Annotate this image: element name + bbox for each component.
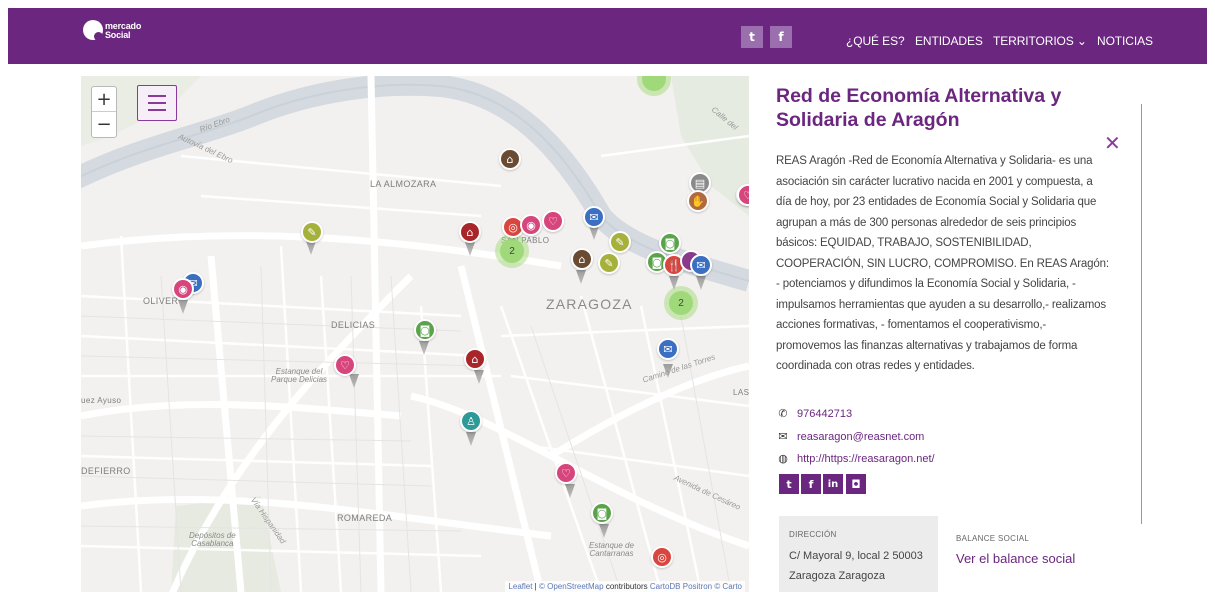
graduation-cap-icon[interactable]: ⌂ xyxy=(459,221,481,243)
label-la-almozara: LA ALMOZARA xyxy=(370,179,437,189)
nav-que-es[interactable]: ¿QUÉ ES? xyxy=(846,34,905,48)
facebook-icon[interactable]: f xyxy=(770,26,792,48)
leaflet-link[interactable]: Leaflet xyxy=(508,582,532,591)
entity-detail-panel: Red de Economía Alternativa y Solidaria … xyxy=(761,76,1161,592)
address-box: DIRECCIÓN C/ Mayoral 9, local 2 50003 Za… xyxy=(779,516,938,592)
label-defierro: DEFIERRO xyxy=(81,466,131,476)
menu-hamburger-icon[interactable] xyxy=(137,85,177,121)
zoom-out-button[interactable]: − xyxy=(92,112,116,137)
camera-icon[interactable]: ◙ xyxy=(591,502,613,524)
label-ayuso: uez Ayuso xyxy=(81,396,122,405)
house-icon[interactable]: ⌂ xyxy=(571,248,593,270)
nav-entidades[interactable]: ENTIDADES xyxy=(915,34,983,48)
camera-icon[interactable]: ◙ xyxy=(414,319,436,341)
map-attribution: Leaflet | © OpenStreetMap contributors C… xyxy=(505,581,745,592)
email-value: reasaragon@reasnet.com xyxy=(797,430,925,443)
bicycle-icon[interactable]: ◎ xyxy=(651,546,673,568)
map-cluster[interactable]: 2 xyxy=(664,286,698,320)
label-oliver: OLIVER xyxy=(143,296,179,306)
entity-title: Red de Economía Alternativa y Solidaria … xyxy=(776,85,1062,131)
chat-icon[interactable]: ✉ xyxy=(583,206,605,228)
globe-icon: ◍ xyxy=(778,452,788,465)
label-las: LAS xyxy=(733,388,749,397)
user-icon[interactable]: ◉ xyxy=(520,214,542,236)
facebook-icon[interactable]: f xyxy=(801,474,821,494)
leaf-icon[interactable]: ✎ xyxy=(598,252,620,274)
logo-icon xyxy=(83,20,103,41)
balance-label: BALANCE SOCIAL xyxy=(956,534,1030,543)
user-icon[interactable]: ◉ xyxy=(172,278,194,300)
address-label: DIRECCIÓN xyxy=(789,530,837,539)
label-estanque-delicias: Estanque del Parque Delicias xyxy=(271,367,328,384)
instagram-icon[interactable]: ◘ xyxy=(846,474,866,494)
house-icon[interactable]: ⌂ xyxy=(499,148,521,170)
twitter-icon[interactable]: t xyxy=(779,474,799,494)
label-zaragoza: ZARAGOZA xyxy=(546,296,633,312)
mercado-social-logo[interactable]: mercado Social xyxy=(83,18,141,41)
hand-icon[interactable]: ✋ xyxy=(687,190,709,212)
web-value: http://https://reasaragon.net/ xyxy=(797,452,935,465)
zoom-control: + − xyxy=(91,86,117,138)
envelope-icon: ✉ xyxy=(778,430,788,443)
entity-description: REAS Aragón -Red de Economía Alternativa… xyxy=(776,155,1109,372)
leaf-icon[interactable]: ✎ xyxy=(301,221,323,243)
nav-territorios[interactable]: TERRITORIOS ⌄ xyxy=(993,34,1087,48)
top-navbar: mercado Social t f ¿QUÉ ES? ENTIDADES TE… xyxy=(8,8,1207,64)
osm-link[interactable]: © OpenStreetMap xyxy=(539,582,604,591)
heart-icon[interactable]: ♡ xyxy=(542,210,564,232)
label-delicias: DELICIAS xyxy=(331,320,376,330)
web-row[interactable]: ◍ http://https://reasaragon.net/ xyxy=(776,452,935,465)
linkedin-icon[interactable]: in xyxy=(823,474,843,494)
chat-icon[interactable]: ✉ xyxy=(690,254,712,276)
phone-icon: ✆ xyxy=(778,407,788,420)
carto-link[interactable]: CartoDB Positron © Carto xyxy=(650,582,742,591)
scrollbar[interactable] xyxy=(1141,104,1142,524)
hanger-icon[interactable]: ♙ xyxy=(460,410,482,432)
heart-icon[interactable]: ♡ xyxy=(334,354,356,376)
map-view[interactable]: ZARAGOZA LA ALMOZARA DELICIAS OLIVER ROM… xyxy=(81,76,749,592)
email-row[interactable]: ✉ reasaragon@reasnet.com xyxy=(776,430,924,443)
heart-icon[interactable]: ♡ xyxy=(555,462,577,484)
address-value: C/ Mayoral 9, local 2 50003 Zaragoza Zar… xyxy=(789,550,923,582)
map-cluster[interactable]: 2 xyxy=(495,234,529,268)
label-romareda: ROMAREDA xyxy=(337,513,393,523)
phone-value: 976442713 xyxy=(797,407,853,420)
phone-row[interactable]: ✆ 976442713 xyxy=(776,407,852,420)
zoom-in-button[interactable]: + xyxy=(92,87,116,112)
leaf-icon[interactable]: ✎ xyxy=(609,231,631,253)
label-estanque-cantarranas: Estanque de Cantarranas xyxy=(589,541,634,558)
graduation-cap-icon[interactable]: ⌂ xyxy=(464,348,486,370)
camera-icon[interactable]: ◙ xyxy=(659,232,681,254)
balance-link[interactable]: Ver el balance social xyxy=(956,551,1075,566)
nav-noticias[interactable]: NOTICIAS xyxy=(1097,34,1153,48)
label-depositos: Depósitos de Casablanca xyxy=(189,531,236,548)
twitter-icon[interactable]: t xyxy=(741,26,763,48)
chat-icon[interactable]: ✉ xyxy=(657,338,679,360)
logo-line2: Social xyxy=(105,30,131,40)
